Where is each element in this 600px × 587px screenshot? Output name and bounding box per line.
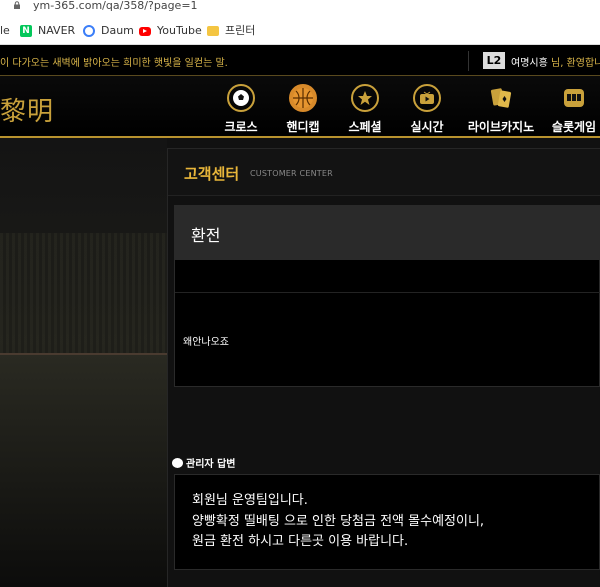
bookmark-printer-folder[interactable]: 프린터 — [207, 24, 255, 38]
site-logo[interactable]: 黎明 — [0, 91, 54, 128]
nav-slot-game[interactable]: 슬롯게임 — [551, 84, 597, 134]
admin-reply-label-text: 관리자 답변 — [186, 459, 236, 470]
field-rail — [0, 353, 167, 355]
nav-cross[interactable]: 크로스 — [222, 84, 260, 134]
daum-icon — [83, 25, 95, 37]
post-header: 환전 — [175, 206, 600, 260]
nav-live-casino-label: 라이브카지노 — [467, 120, 535, 134]
level-badge: L2 — [483, 52, 505, 69]
user-greeting: 여명시흥 님, 환영합니 — [511, 54, 600, 69]
nav-live-label: 실시간 — [410, 120, 444, 134]
post-divider — [175, 292, 600, 293]
nav-slot-game-label: 슬롯게임 — [551, 120, 597, 134]
bookmark-daum[interactable]: Daum — [83, 24, 134, 38]
basketball-icon — [289, 84, 317, 112]
notice-message: 이 다가오는 새벽에 밝아오는 희미한 햇빛을 일컫는 말. — [0, 58, 228, 69]
notice-bar: 이 다가오는 새벽에 밝아오는 희미한 햇빛을 일컫는 말. L2 여명시흥 님… — [0, 45, 600, 75]
post-body: 왜안나오죠 — [183, 337, 229, 348]
page-title: 고객센터 — [184, 165, 240, 183]
naver-icon: N — [20, 25, 32, 37]
bookmarks-bar: le N NAVER Daum YouTube 프린터 — [0, 16, 600, 45]
bookmark-naver[interactable]: N NAVER — [20, 24, 75, 38]
reply-line: 양빵확정 띨배팅 으로 인한 당첨금 전액 몰수예정이니, — [192, 513, 485, 529]
greeting-text: 님, 환영합니 — [547, 58, 600, 69]
speech-bubble-icon — [172, 457, 183, 468]
site-header: 黎明 크로스 핸디캡 스페셜 실시간 라이브카지노 슬롯게임 — [0, 75, 600, 138]
nav-live[interactable]: 실시간 — [407, 84, 447, 134]
nav-special[interactable]: 스페셜 — [345, 84, 385, 134]
nav-special-label: 스페셜 — [348, 120, 382, 134]
slot-machine-icon — [560, 84, 588, 112]
user-name[interactable]: 여명시흥 — [511, 58, 548, 69]
bookmark-youtube[interactable]: YouTube — [139, 24, 202, 38]
field-texture — [0, 353, 167, 587]
soccer-ball-icon — [227, 84, 255, 112]
cards-icon — [487, 84, 515, 112]
admin-reply-label: 관리자 답변 — [172, 455, 235, 470]
url-text: ym-365.com/qa/358/?page=1 — [33, 0, 198, 12]
bookmark-partial[interactable]: le — [0, 24, 10, 38]
post-subject: 환전 — [191, 226, 221, 245]
nav-handicap[interactable]: 핸디캡 — [283, 84, 323, 134]
reply-line: 회원님 운영팀입니다. — [192, 493, 308, 508]
youtube-icon — [139, 26, 151, 36]
nav-live-casino[interactable]: 라이브카지노 — [466, 84, 536, 134]
live-tv-icon — [413, 84, 441, 112]
admin-reply-box: 회원님 운영팀입니다. 양빵확정 띨배팅 으로 인한 당첨금 전액 몰수예정이니… — [174, 474, 600, 570]
folder-icon — [207, 26, 219, 36]
page-subtitle: CUSTOMER CENTER — [250, 169, 333, 178]
panel-header: 고객센터 CUSTOMER CENTER — [168, 149, 600, 196]
crowd-texture — [0, 233, 167, 353]
nav-handicap-label: 핸디캡 — [286, 120, 320, 134]
lock-icon — [14, 1, 20, 9]
star-icon — [351, 84, 379, 112]
address-bar[interactable]: ym-365.com/qa/358/?page=1 — [0, 0, 600, 16]
stadium-background — [0, 138, 167, 587]
reply-line: 원금 환전 하시고 다른곳 이용 바랍니다. — [192, 534, 409, 549]
user-info: L2 여명시흥 님, 환영합니 — [468, 51, 600, 71]
nav-cross-label: 크로스 — [224, 120, 258, 134]
question-post: 환전 왜안나오죠 — [174, 205, 600, 387]
